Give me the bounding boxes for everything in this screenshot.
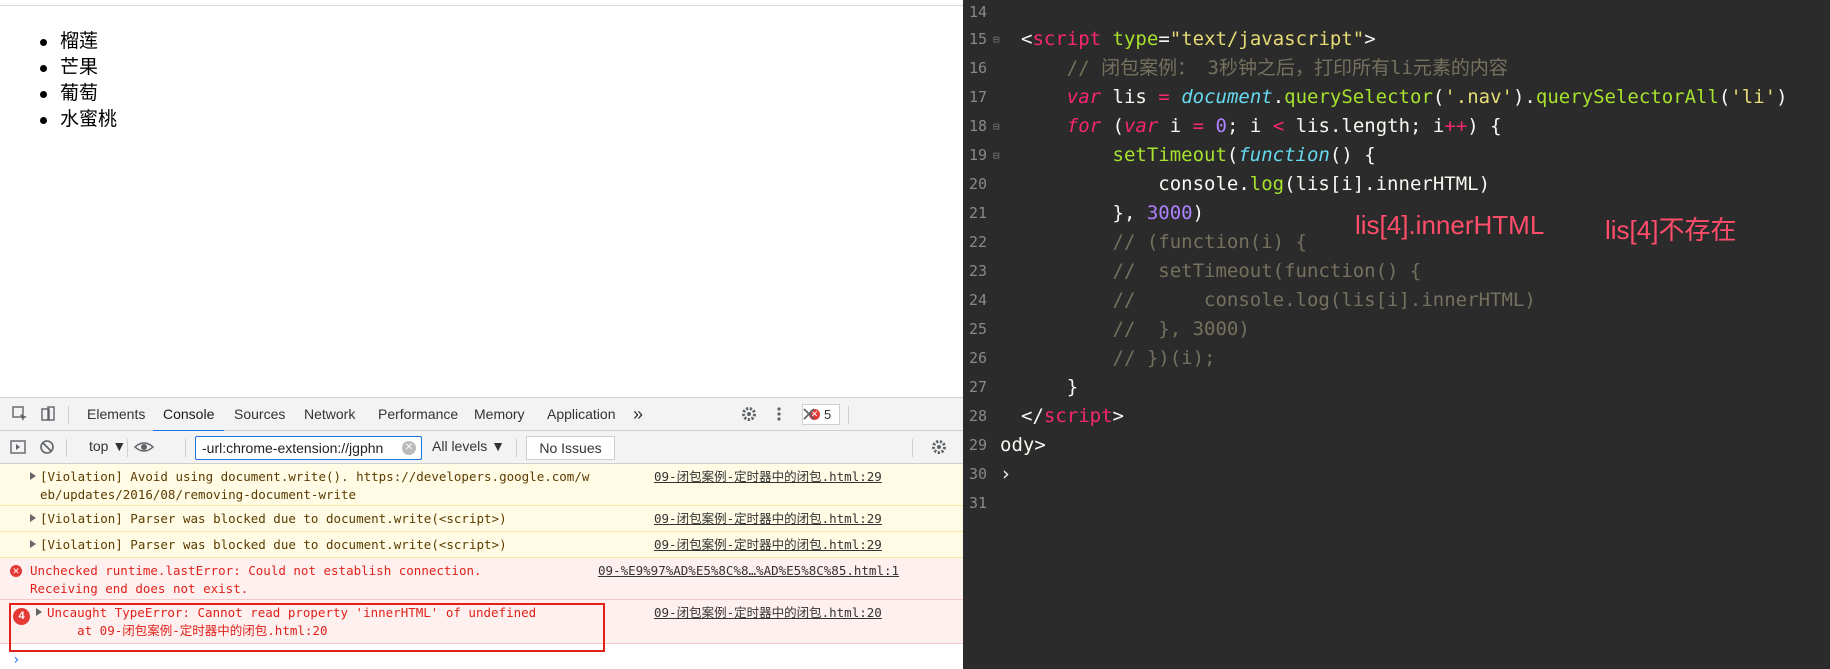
tab-console[interactable]: Console [152, 398, 225, 432]
code-line: var lis = document.querySelector('.nav')… [1066, 86, 1788, 108]
tab-sources[interactable]: Sources [234, 398, 285, 431]
line-number: 24 [968, 291, 987, 309]
expand-triangle-icon[interactable] [30, 472, 36, 480]
list-item: 芒果 [39, 54, 117, 80]
filter-input[interactable]: -url:chrome-extension://jgphn [195, 436, 422, 460]
line-number: 15 [968, 30, 987, 48]
line-number: 20 [968, 175, 987, 193]
message-text: [Violation] Parser was blocked due to do… [40, 511, 507, 526]
line-number: 18 [968, 117, 987, 135]
console-settings-icon[interactable] [929, 438, 949, 458]
list-item: 葡萄 [39, 80, 117, 106]
issues-button[interactable]: No Issues [526, 436, 615, 460]
message-source-link[interactable]: 09-闭包案例-定时器中的闭包.html:29 [654, 468, 882, 486]
message-text: [Violation] Avoid using document.write()… [40, 469, 590, 502]
expand-triangle-icon[interactable] [30, 540, 36, 548]
browser-pane: 榴莲 芒果 葡萄 水蜜桃 Elements Console Sources Ne… [0, 0, 963, 669]
message-source-link[interactable]: 09-闭包案例-定时器中的闭包.html:20 [654, 604, 882, 622]
devtools-tab-bar: Elements Console Sources Network Perform… [0, 398, 963, 432]
message-text: Unchecked runtime.lastError: Could not e… [30, 563, 482, 596]
annotation-text: lis[4]不存在 [1605, 215, 1737, 245]
code-line: ody> [1000, 434, 1046, 456]
log-levels-select[interactable]: All levels ▼ [432, 438, 505, 454]
eye-icon[interactable] [133, 438, 155, 458]
list-item: 水蜜桃 [39, 108, 118, 130]
tab-performance[interactable]: Performance [378, 398, 458, 431]
toolbar-divider [185, 439, 186, 457]
toolbar-divider [66, 439, 67, 457]
inspect-element-icon[interactable] [10, 405, 30, 425]
expand-triangle-icon[interactable] [30, 514, 36, 522]
code-line: </script> [1021, 405, 1124, 427]
error-count: 5 [824, 407, 832, 422]
code-line: }, 3000) [1021, 202, 1205, 224]
code-editor[interactable]: 14 15 16 17 18 19 20 21 22 23 24 25 26 2… [963, 0, 1830, 669]
code-line: // })(i); [1112, 347, 1216, 369]
fold-marker-icon[interactable]: ⊟ [993, 112, 1003, 141]
line-number: 30 [968, 465, 987, 483]
line-number: 27 [968, 378, 987, 396]
line-number: 26 [968, 349, 987, 367]
console-message[interactable]: [Violation] Parser was blocked due to do… [0, 532, 963, 558]
code-line: for (var i = 0; i < lis.length; i++) { [1066, 115, 1502, 137]
code-line: // 闭包案例： 3秒钟之后，打印所有li元素的内容 [1066, 57, 1508, 79]
more-options-icon[interactable] [769, 405, 789, 425]
tab-network[interactable]: Network [304, 398, 355, 431]
console-toolbar: top ▼ -url:chrome-extension://jgphn ✕ Al… [0, 431, 963, 464]
clear-filter-icon[interactable]: ✕ [402, 441, 416, 455]
context-select[interactable]: top ▼ [89, 438, 126, 454]
line-number: 19 [968, 146, 987, 164]
line-number: 29 [968, 436, 987, 454]
highlight-box [9, 603, 605, 652]
line-number: 22 [968, 233, 987, 251]
tab-elements[interactable]: Elements [87, 398, 145, 431]
close-icon[interactable] [799, 405, 819, 425]
fold-marker-icon[interactable]: ⊟ [993, 141, 1003, 170]
more-tabs-button[interactable]: » [633, 398, 643, 431]
error-icon: ✕ [10, 565, 22, 577]
sidebar-toggle-icon[interactable] [8, 438, 28, 458]
list-item: 榴莲 [39, 28, 117, 54]
code-line: setTimeout(function() { [1112, 144, 1376, 166]
toolbar-divider [68, 406, 69, 424]
console-message[interactable]: [Violation] Avoid using document.write()… [0, 464, 963, 506]
line-number: 25 [968, 320, 987, 338]
code-line: // (function(i) { [1112, 231, 1307, 253]
code-line: } [1021, 376, 1079, 398]
code-line: › [1000, 463, 1012, 485]
code-line: // console.log(lis[i].innerHTML) [1112, 289, 1536, 311]
toolbar-divider [848, 406, 849, 424]
line-number: 17 [968, 88, 987, 106]
message-text: [Violation] Parser was blocked due to do… [40, 537, 507, 552]
line-number: 23 [968, 262, 987, 280]
annotation-text: lis[4].innerHTML [1355, 210, 1545, 240]
console-message[interactable]: ✕ Unchecked runtime.lastError: Could not… [0, 558, 963, 600]
line-number: 14 [968, 3, 987, 21]
code-line: console.log(lis[i].innerHTML) [1021, 173, 1491, 195]
message-source-link[interactable]: 09-闭包案例-定时器中的闭包.html:29 [654, 536, 882, 554]
console-prompt[interactable]: › [12, 652, 20, 668]
line-number: 21 [968, 204, 987, 222]
gear-icon[interactable] [739, 405, 759, 425]
fold-marker-icon[interactable]: ⊟ [993, 25, 1003, 54]
toolbar-divider [516, 439, 517, 457]
device-toolbar-icon[interactable] [38, 405, 58, 425]
code-line: <script type="text/javascript"> [1021, 28, 1376, 50]
tab-memory[interactable]: Memory [474, 398, 525, 431]
message-source-link[interactable]: 09-闭包案例-定时器中的闭包.html:29 [654, 510, 882, 528]
line-number: 16 [968, 59, 987, 77]
toolbar-divider [912, 439, 913, 457]
message-source-link[interactable]: 09-%E9%97%AD%E5%8C%8…%AD%E5%8C%85.html:1 [598, 562, 899, 580]
toolbar-divider [127, 439, 128, 457]
fruit-list: 榴莲 芒果 葡萄 水蜜桃 [39, 28, 118, 132]
code-line: // setTimeout(function() { [1112, 260, 1422, 282]
line-number: 31 [968, 494, 987, 512]
clear-console-icon[interactable] [37, 438, 57, 458]
code-line: // }, 3000) [1112, 318, 1250, 340]
console-message[interactable]: [Violation] Parser was blocked due to do… [0, 506, 963, 532]
tab-application[interactable]: Application [547, 398, 616, 431]
page-viewport: 榴莲 芒果 葡萄 水蜜桃 [0, 5, 963, 402]
line-number: 28 [968, 407, 987, 425]
